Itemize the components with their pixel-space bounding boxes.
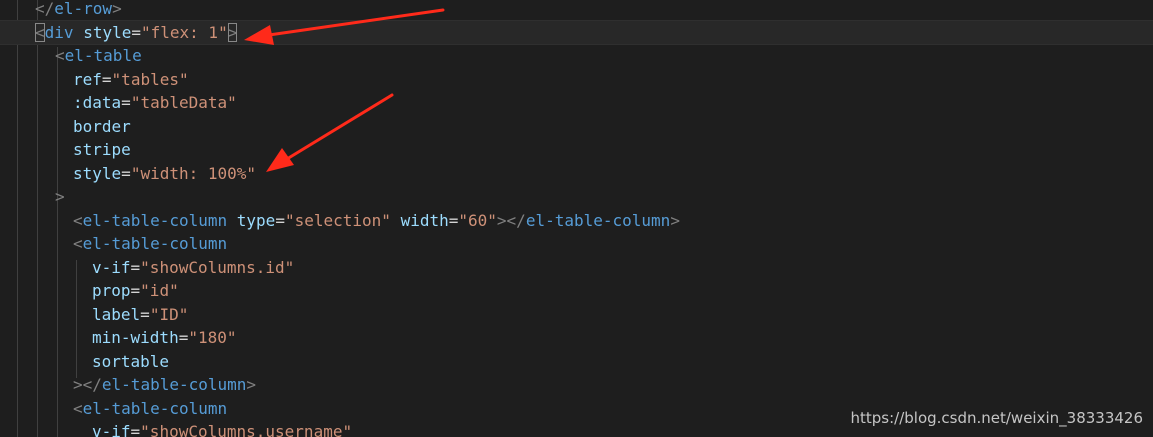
- code-line[interactable]: </el-row>: [0, 0, 1153, 21]
- code-token-str: "flex: 1": [141, 22, 228, 42]
- code-token-eq: =: [448, 210, 459, 230]
- code-token-eq: =: [121, 163, 131, 183]
- code-token-tag: el-table-column: [525, 210, 671, 230]
- code-token-attr: prop: [92, 281, 131, 300]
- code-token-attr: stripe: [73, 140, 131, 159]
- code-line[interactable]: <el-table-column type="selection" width=…: [0, 209, 1153, 233]
- code-token-punct: >: [670, 210, 680, 230]
- code-token-str: "selection": [284, 210, 391, 230]
- code-token-eq: =: [130, 257, 141, 277]
- code-token-punct-box: <: [35, 22, 45, 42]
- code-token-eq: =: [101, 69, 112, 89]
- code-line-content: ref="tables": [73, 68, 189, 92]
- code-line[interactable]: >: [0, 185, 1153, 209]
- code-token-punct: </: [35, 0, 55, 18]
- code-line[interactable]: min-width="180": [0, 326, 1153, 350]
- code-line[interactable]: ref="tables": [0, 68, 1153, 92]
- code-token-punct: ></: [73, 375, 102, 394]
- code-token-str: "id": [140, 281, 179, 300]
- code-token-tag: el-row: [54, 0, 113, 18]
- code-token-tag: el-table-column: [82, 210, 228, 230]
- code-line[interactable]: stripe: [0, 138, 1153, 162]
- code-token-attr: :data: [73, 93, 122, 112]
- code-token-str: "60": [458, 210, 497, 230]
- code-token-punct: <: [73, 398, 83, 418]
- code-token-str: "showColumns.username": [140, 422, 353, 437]
- code-line-content: <div style="flex: 1">: [35, 21, 238, 45]
- code-line-content: <el-table-column: [73, 397, 227, 421]
- watermark: https://blog.csdn.net/weixin_38333426: [850, 409, 1143, 427]
- code-token-attr: v-if: [92, 257, 131, 277]
- code-line-content: ></el-table-column>: [73, 373, 256, 397]
- code-line[interactable]: v-if="showColumns.id": [0, 256, 1153, 280]
- code-line[interactable]: prop="id": [0, 279, 1153, 303]
- code-line-content: min-width="180": [92, 326, 237, 350]
- code-token-punct-box: >: [227, 22, 238, 42]
- code-line-content: v-if="showColumns.id": [92, 256, 294, 280]
- code-line[interactable]: :data="tableData": [0, 91, 1153, 115]
- code-token-str: "width: 100%": [130, 163, 257, 183]
- code-line[interactable]: ></el-table-column>: [0, 373, 1153, 397]
- code-token-punct: <: [73, 210, 83, 230]
- code-token-punct: >: [246, 375, 257, 394]
- code-token-str: "showColumns.id": [140, 257, 295, 277]
- code-token-eq: =: [130, 281, 141, 300]
- code-line-content: stripe: [73, 138, 131, 162]
- code-line-content: <el-table-column: [73, 232, 227, 256]
- code-token-attr: border: [73, 116, 131, 136]
- code-token-tag: el-table-column: [82, 398, 228, 418]
- code-line-content: <el-table: [55, 44, 142, 68]
- code-token-attr: style: [83, 22, 132, 42]
- code-token-attr: style: [73, 163, 122, 183]
- code-token-attr: min-width: [92, 328, 179, 347]
- code-line-content: </el-row>: [35, 0, 122, 21]
- code-line[interactable]: <div style="flex: 1">: [0, 19, 1153, 45]
- code-token-eq: =: [178, 328, 189, 347]
- code-token-punct: <: [73, 234, 83, 253]
- code-line-content: <el-table-column type="selection" width=…: [73, 209, 680, 233]
- code-line[interactable]: sortable: [0, 350, 1153, 374]
- code-token-str: "ID": [149, 304, 189, 324]
- code-token-eq: =: [121, 93, 131, 112]
- code-line-content: v-if="showColumns.username": [92, 420, 352, 437]
- code-token-punct: >: [55, 187, 65, 206]
- code-token-attr: width: [400, 210, 449, 230]
- code-line-content: label="ID": [92, 303, 188, 327]
- code-line-content: >: [55, 185, 65, 209]
- code-token-str: "180": [188, 328, 237, 347]
- code-token-eq: =: [131, 22, 141, 42]
- code-token-punct: >: [112, 0, 122, 18]
- code-token-attr: v-if: [92, 422, 131, 437]
- code-line[interactable]: border: [0, 115, 1153, 139]
- code-token-tag: el-table-column: [101, 375, 247, 394]
- code-token-tag: div: [44, 22, 74, 42]
- code-token-str: "tables": [111, 69, 189, 89]
- code-line-content: prop="id": [92, 279, 179, 303]
- code-line[interactable]: <el-table-column: [0, 232, 1153, 256]
- code-token-str: "tableData": [130, 93, 237, 112]
- code-line-content: border: [73, 115, 131, 139]
- code-token-punct: ></: [496, 210, 526, 230]
- code-line[interactable]: style="width: 100%": [0, 162, 1153, 186]
- code-line[interactable]: label="ID": [0, 303, 1153, 327]
- code-token-attr: label: [92, 304, 141, 324]
- code-editor[interactable]: </el-row> <div style="flex: 1"> <el-table r…: [0, 0, 1153, 437]
- code-token-attr: type: [236, 210, 276, 230]
- code-token-tag: el-table-column: [82, 234, 228, 253]
- code-token-eq: =: [275, 210, 285, 230]
- code-token-tag: el-table: [64, 46, 142, 65]
- code-token-punct: <: [55, 46, 65, 65]
- code-token-eq: =: [140, 304, 150, 324]
- code-token-attr: ref: [73, 69, 102, 89]
- code-token-eq: =: [130, 422, 141, 437]
- code-token-attr: sortable: [92, 351, 170, 371]
- code-line-content: sortable: [92, 350, 169, 374]
- code-line[interactable]: <el-table: [0, 44, 1153, 68]
- code-line-content: style="width: 100%": [73, 162, 256, 186]
- code-line-content: :data="tableData": [73, 91, 237, 115]
